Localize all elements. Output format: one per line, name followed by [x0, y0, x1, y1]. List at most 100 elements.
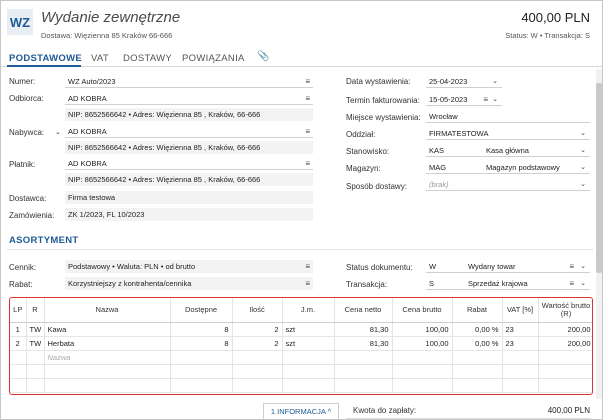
- chevron-down-icon[interactable]: ⌄: [492, 93, 498, 105]
- platnik-info: NIP: 8652566642 • Adres: Więzienna 85 , …: [65, 173, 313, 186]
- status-dokumentu-label: Status dokumentu:: [346, 263, 413, 272]
- column-header-rabat[interactable]: Rabat: [452, 298, 503, 323]
- cell-rabat[interactable]: 0,00 %: [452, 336, 503, 351]
- calendar-icon[interactable]: ≡: [483, 93, 488, 105]
- stanowisko-label: Stanowisko:: [346, 147, 390, 156]
- sposob-dostawy-placeholder: (brak): [429, 180, 449, 189]
- rabat-field[interactable]: Korzystniejszy z kontrahenta/cennika ≡: [65, 277, 313, 290]
- dostawca-field[interactable]: Firma testowa: [65, 191, 313, 204]
- menu-icon[interactable]: ≡: [305, 92, 310, 104]
- table-row[interactable]: 2 TW Herbata 8 2 szt 81,30 100,00 0,00 %…: [10, 336, 592, 351]
- menu-icon[interactable]: ≡: [569, 260, 574, 272]
- new-row[interactable]: Nazwa: [10, 350, 592, 365]
- cell-cena-brutto[interactable]: 100,00: [392, 322, 453, 337]
- odbiorca-info: NIP: 8652566642 • Adres: Więzienna 85 , …: [65, 108, 313, 121]
- termin-label: Termin fakturowania:: [346, 96, 420, 105]
- column-header-vat[interactable]: VAT [%]: [502, 298, 539, 323]
- column-header-r[interactable]: R: [26, 298, 45, 323]
- kwota-label: Kwota do zapłaty:: [353, 406, 417, 415]
- chevron-down-icon[interactable]: ⌄: [580, 161, 586, 173]
- cell-r: TW: [26, 322, 45, 337]
- menu-icon[interactable]: ≡: [305, 75, 310, 87]
- attachment-icon[interactable]: 📎: [257, 51, 269, 62]
- column-header-dostepne[interactable]: Dostępne: [170, 298, 233, 323]
- data-wystawienia-field[interactable]: 25-04-2023 ⌄: [426, 75, 502, 88]
- cell-wartosc-brutto[interactable]: 200,00: [538, 336, 592, 351]
- tab-powiazania[interactable]: POWIĄZANIA: [182, 53, 245, 64]
- data-wystawienia-value: 25-04-2023: [429, 77, 468, 86]
- empty-cell: [10, 350, 27, 365]
- stanowisko-value: Kasa główna: [486, 146, 529, 155]
- cell-rabat[interactable]: 0,00 %: [452, 322, 503, 337]
- chevron-down-icon[interactable]: ⌄: [492, 75, 498, 87]
- menu-icon[interactable]: ≡: [569, 277, 574, 289]
- sposob-dostawy-field[interactable]: (brak) ⌄: [426, 178, 590, 191]
- column-header-lp[interactable]: LP: [10, 298, 27, 323]
- tab-podstawowe[interactable]: PODSTAWOWE: [9, 53, 82, 64]
- menu-icon[interactable]: ≡: [305, 157, 310, 169]
- chevron-down-icon[interactable]: ⌄: [580, 178, 586, 190]
- termin-value: 15-05-2023: [429, 95, 468, 104]
- termin-field[interactable]: 15-05-2023 ≡ ⌄: [426, 93, 502, 106]
- chevron-down-icon[interactable]: ⌄: [580, 277, 586, 289]
- sposob-dostawy-label: Sposób dostawy:: [346, 182, 407, 191]
- footer-bar: 1 INFORMACJA ^ Kwota do zapłaty: 400,00 …: [1, 401, 602, 419]
- numer-field[interactable]: WZ Auto/2023 ≡: [65, 75, 313, 88]
- document-type-logo: WZ: [7, 9, 33, 35]
- dostawca-label: Dostawca:: [9, 194, 47, 203]
- column-header-jm[interactable]: J.m.: [282, 298, 335, 323]
- kwota-value: 400,00 PLN: [547, 406, 590, 415]
- cell-vat[interactable]: 23: [502, 336, 539, 351]
- vertical-scrollbar[interactable]: [596, 69, 602, 399]
- scrollbar-thumb[interactable]: [596, 83, 602, 273]
- cell-wartosc-brutto[interactable]: 200,00: [538, 322, 592, 337]
- column-header-nazwa[interactable]: Nazwa: [44, 298, 171, 323]
- cell-ilosc[interactable]: 2: [232, 322, 283, 337]
- cell-lp: 1: [10, 322, 27, 337]
- magazyn-field[interactable]: MAG Magazyn podstawowy ⌄: [426, 161, 590, 174]
- information-toggle-button[interactable]: 1 INFORMACJA ^: [263, 403, 339, 419]
- chevron-down-icon[interactable]: ⌄: [580, 260, 586, 272]
- chevron-down-icon[interactable]: ⌄: [580, 127, 586, 139]
- cell-nazwa[interactable]: Kawa: [44, 322, 171, 337]
- cell-jm[interactable]: szt: [282, 336, 335, 351]
- stanowisko-code: KAS: [429, 146, 445, 155]
- cell-nazwa[interactable]: Herbata: [44, 336, 171, 351]
- platnik-field[interactable]: AD KOBRA ≡: [65, 157, 313, 170]
- cell-cena-netto[interactable]: 81,30: [334, 336, 393, 351]
- miejsce-field[interactable]: Wrocław: [426, 110, 590, 123]
- oddzial-field[interactable]: FIRMATESTOWA ⌄: [426, 127, 590, 140]
- new-row-nazwa-input[interactable]: Nazwa: [44, 350, 171, 365]
- cell-cena-brutto[interactable]: 100,00: [392, 336, 453, 351]
- nabywca-field[interactable]: AD KOBRA ≡: [65, 125, 313, 138]
- empty-cell: [392, 350, 453, 365]
- zamowienia-field[interactable]: ZK 1/2023, FL 10/2023: [65, 208, 313, 221]
- status-dokumentu-field[interactable]: W Wydany towar ≡ ⌄: [426, 260, 590, 273]
- tab-dostawy[interactable]: DOSTAWY: [123, 53, 172, 64]
- stanowisko-field[interactable]: KAS Kasa główna ⌄: [426, 144, 590, 157]
- cennik-field[interactable]: Podstawowy • Waluta: PLN • od brutto ≡: [65, 260, 313, 273]
- column-header-cena-netto[interactable]: Cena netto: [334, 298, 393, 323]
- column-header-wartosc-brutto[interactable]: Wartość brutto (R): [538, 298, 592, 323]
- column-header-cena-brutto[interactable]: Cena brutto: [392, 298, 453, 323]
- chevron-down-icon[interactable]: ⌄: [580, 144, 586, 156]
- document-header: WZ Wydanie zewnętrzne Dostawa: Więzienna…: [1, 1, 602, 47]
- nabywca-value: AD KOBRA: [68, 127, 107, 136]
- asortyment-section-title: ASORTYMENT: [9, 235, 79, 246]
- document-window: WZ Wydanie zewnętrzne Dostawa: Więzienna…: [0, 0, 603, 420]
- oddzial-label: Oddział:: [346, 130, 376, 139]
- table-row[interactable]: 1 TW Kawa 8 2 szt 81,30 100,00 0,00 % 23…: [10, 322, 592, 337]
- odbiorca-field[interactable]: AD KOBRA ≡: [65, 92, 313, 105]
- cell-ilosc[interactable]: 2: [232, 336, 283, 351]
- cell-cena-netto[interactable]: 81,30: [334, 322, 393, 337]
- transakcja-field[interactable]: S Sprzedaż krajowa ≡ ⌄: [426, 277, 590, 290]
- cell-vat[interactable]: 23: [502, 322, 539, 337]
- menu-icon[interactable]: ≡: [305, 277, 310, 290]
- tab-vat[interactable]: VAT: [91, 53, 109, 64]
- menu-icon[interactable]: ≡: [305, 260, 310, 273]
- column-header-ilosc[interactable]: Ilość: [232, 298, 283, 323]
- menu-icon[interactable]: ≡: [305, 125, 310, 137]
- chevron-down-icon[interactable]: ⌄: [55, 128, 61, 136]
- cell-jm[interactable]: szt: [282, 322, 335, 337]
- cennik-label: Cennik:: [9, 263, 37, 272]
